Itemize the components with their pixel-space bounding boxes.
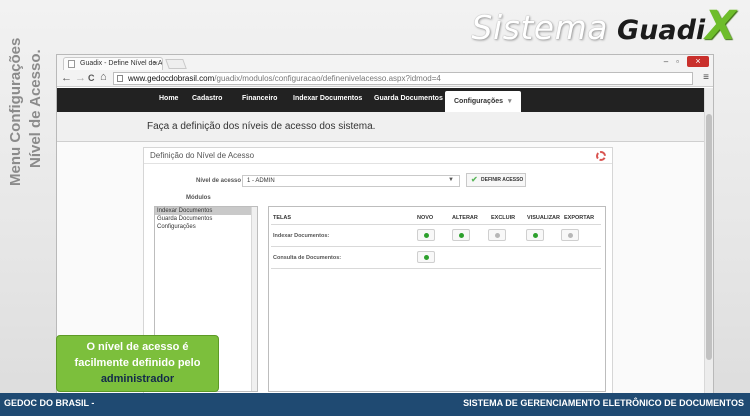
grid-divider [271,224,601,225]
toggle-on-indicator [424,255,429,260]
tab-title: Guadix - Define Nível de A [80,60,163,67]
tab-strip: Guadix - Define Nível de A × – ▫ × [57,55,713,70]
browser-menu-icon[interactable]: ≡ [703,72,709,83]
callout-line2: facilmente definido pelo [74,357,201,369]
page-scrollbar[interactable] [704,88,713,393]
module-item-indexar[interactable]: Indexar Documentos [155,207,257,215]
browser-tab[interactable]: Guadix - Define Nível de A × [63,57,163,70]
nivel-acesso-label: Nível de acesso [196,178,242,184]
url-input[interactable]: www.gedocdobrasil.com/guadix/modulos/con… [113,72,693,85]
minimize-icon[interactable]: – [664,57,668,66]
check-icon: ✔ [471,175,478,184]
row-label-consulta: Consulta de Documentos: [273,255,342,261]
help-icon[interactable] [596,151,606,161]
url-host: www.gedocdobrasil.com [128,74,215,83]
col-novo: NOVO [417,215,434,221]
toggle-indexar-novo[interactable] [417,229,435,241]
scrollbar-thumb[interactable] [706,114,712,360]
module-item-guarda[interactable]: Guarda Documentos [155,215,257,223]
permissions-grid: TELAS NOVO ALTERAR EXCLUIR VISUALIZAR EX… [268,206,606,392]
page-subheader: Faça a definição dos níveis de acesso do… [57,112,705,142]
definir-acesso-label: DEFINIR ACESSO [481,177,524,183]
side-caption-line1: Menu Configurações [7,37,24,186]
toggle-on-indicator [424,233,429,238]
brand-guadi: Guadi [616,15,706,46]
new-tab-button[interactable] [165,59,187,69]
brand-sistema: Sistema [471,8,608,47]
home-icon[interactable]: ⌂ [100,71,107,83]
nav-configuracoes[interactable]: Configurações ▾ [445,91,521,112]
page-info-icon [117,75,123,82]
definir-acesso-button[interactable]: ✔ DEFINIR ACESSO [466,173,526,187]
modulos-label: Módulos [186,195,211,201]
panel-header: Definição do Nível de Acesso [144,148,612,164]
footer-left: GEDOC DO BRASIL - [4,398,95,408]
tab-close-icon[interactable]: × [153,59,158,68]
maximize-icon[interactable]: ▫ [676,57,679,66]
reload-icon[interactable]: C [88,73,95,83]
footer-right: SISTEMA DE GERENCIAMENTO ELETRÔNICO DE D… [463,398,744,408]
close-window-icon[interactable]: × [687,56,709,67]
nav-financeiro[interactable]: Financeiro [242,95,277,102]
toggle-indexar-visualizar[interactable] [526,229,544,241]
col-telas: TELAS [273,215,292,221]
col-visualizar: VISUALIZAR [527,215,560,221]
brand-logo: Sistema Guadi X [472,6,736,50]
nav-indexar-documentos[interactable]: Indexar Documentos [293,95,362,102]
row-label-indexar: Indexar Documentos: [273,233,330,239]
page-icon [68,60,75,68]
col-alterar: ALTERAR [452,215,478,221]
top-navbar: Home Cadastro Financeiro Indexar Documen… [57,88,705,112]
list-scrollbar[interactable] [251,207,257,391]
window-controls: – ▫ × [664,56,709,67]
module-item-configuracoes[interactable]: Configurações [155,223,257,231]
forward-icon[interactable]: → [75,72,86,84]
toggle-indexar-exportar[interactable] [561,229,579,241]
toggle-on-indicator [459,233,464,238]
toggle-indexar-excluir[interactable] [488,229,506,241]
toggle-off-indicator [568,233,573,238]
side-caption: Menu Configurações Nível de Acesso. [2,38,48,190]
slide-footer: GEDOC DO BRASIL - SISTEMA DE GERENCIAMEN… [0,393,750,416]
callout-line1: O nível de acesso é [86,341,189,353]
select-arrow-icon: ▼ [448,177,454,183]
toggle-consulta-novo[interactable] [417,251,435,263]
nav-home[interactable]: Home [159,95,178,102]
address-bar-row: ← → C ⌂ www.gedocdobrasil.com/guadix/mod… [57,70,713,87]
toggle-indexar-alterar[interactable] [452,229,470,241]
side-caption-line2: Nível de Acesso. [27,49,44,168]
callout-line3: administrador [100,373,175,385]
nav-guarda-documentos[interactable]: Guarda Documentos [374,95,443,102]
url-path: /guadix/modulos/configuracao/definenivel… [214,74,441,83]
grid-divider [271,268,601,269]
brand-x: X [705,3,736,49]
nivel-acesso-select[interactable]: 1 - ADMIN ▼ [242,175,460,187]
nivel-acesso-value: 1 - ADMIN [247,178,275,184]
toggle-on-indicator [533,233,538,238]
grid-divider [271,246,601,247]
col-exportar: EXPORTAR [564,215,595,221]
panel-title: Definição do Nível de Acesso [150,151,255,160]
toggle-off-indicator [495,233,500,238]
col-excluir: EXCLUIR [491,215,516,221]
nav-configuracoes-label: Configurações [454,98,504,105]
nav-cadastro[interactable]: Cadastro [192,95,222,102]
back-icon[interactable]: ← [61,72,72,84]
callout-box: O nível de acesso é facilmente definido … [56,335,219,392]
page-description: Faça a definição dos níveis de acesso do… [147,121,376,132]
chevron-down-icon: ▾ [507,98,512,105]
